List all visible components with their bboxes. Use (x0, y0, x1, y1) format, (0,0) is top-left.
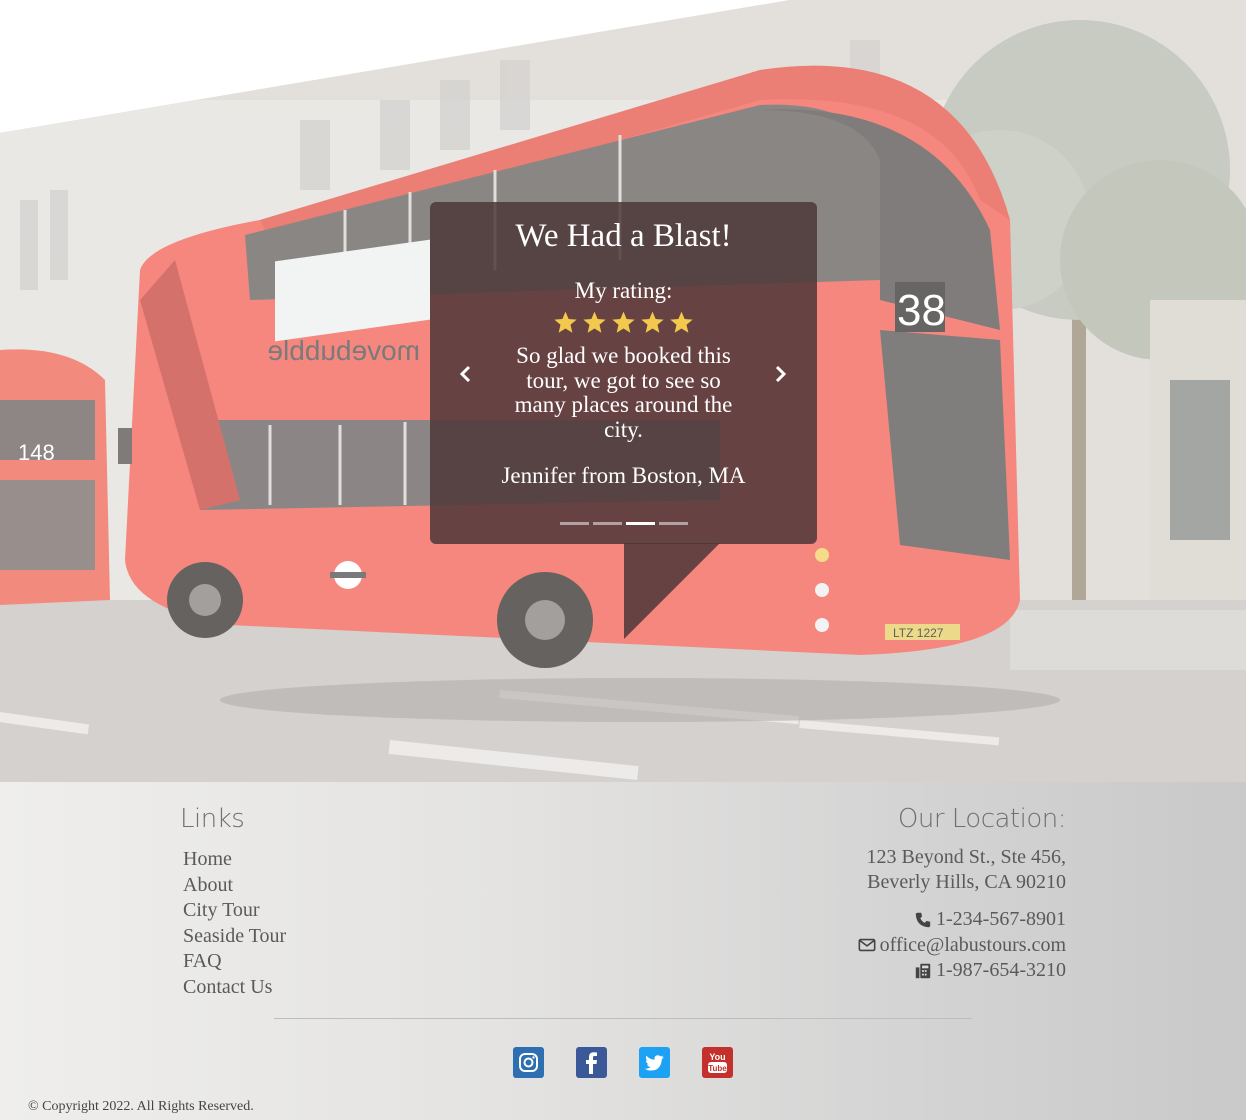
instagram-button[interactable] (513, 1047, 544, 1078)
carousel-indicator[interactable] (658, 522, 688, 525)
email-row[interactable]: office@labustours.com (858, 933, 1066, 959)
site-footer: Links Home About City Tour Seaside Tour … (0, 782, 1246, 1120)
star-icon (612, 311, 635, 333)
carousel-next-button[interactable] (770, 364, 790, 384)
envelope-icon (858, 939, 876, 952)
footer-link-item: City Tour (183, 899, 286, 925)
fax-row: 1-987-654-3210 (858, 958, 1066, 984)
address-line-2: Beverly Hills, CA 90210 (867, 870, 1066, 893)
twitter-button[interactable] (639, 1047, 670, 1078)
footer-link-contact-us[interactable]: Contact Us (183, 976, 272, 998)
footer-link-item: About (183, 874, 286, 900)
social-links: You Tube (513, 1047, 733, 1078)
facebook-icon (576, 1047, 607, 1078)
carousel-indicator[interactable] (625, 522, 655, 525)
youtube-button[interactable]: You Tube (702, 1047, 733, 1078)
footer-links: Home About City Tour Seaside Tour FAQ Co… (183, 848, 286, 1002)
fax-icon (915, 963, 931, 979)
testimonial-title: We Had a Blast! (515, 218, 732, 254)
phone-row[interactable]: 1-234-567-8901 (858, 907, 1066, 933)
footer-link-item: Home (183, 848, 286, 874)
chevron-right-icon (775, 365, 787, 383)
footer-link-city-tour[interactable]: City Tour (183, 899, 260, 921)
star-icon (641, 311, 664, 333)
testimonial-author: Jennifer from Boston, MA (501, 463, 746, 488)
footer-link-home[interactable]: Home (183, 848, 232, 870)
email-address: office@labustours.com (879, 933, 1066, 956)
testimonial-card: We Had a Blast! My rating: So glad we bo… (430, 202, 817, 544)
footer-link-item: Seaside Tour (183, 925, 286, 951)
star-icon (670, 311, 693, 333)
footer-link-item: Contact Us (183, 976, 286, 1002)
star-icon (554, 311, 577, 333)
svg-text:Tube: Tube (708, 1064, 727, 1073)
carousel-indicator[interactable] (592, 522, 622, 525)
rating-label: My rating: (574, 278, 673, 303)
star-icon (583, 311, 606, 333)
location-heading: Our Location: (897, 804, 1067, 834)
fax-number: 1-987-654-3210 (936, 959, 1066, 982)
youtube-icon: You Tube (702, 1047, 733, 1078)
testimonial-quote: So glad we booked this tour, we got to s… (514, 343, 733, 442)
links-heading: Links (180, 804, 245, 834)
footer-link-about[interactable]: About (183, 874, 233, 896)
chevron-left-icon (459, 365, 471, 383)
carousel-indicator[interactable] (559, 522, 589, 525)
contact-info: 1-234-567-8901 office@labustours.com 1-9… (858, 907, 1066, 984)
footer-link-faq[interactable]: FAQ (183, 950, 222, 972)
carousel-indicators (430, 522, 817, 525)
phone-number: 1-234-567-8901 (936, 908, 1066, 931)
footer-link-item: FAQ (183, 950, 286, 976)
phone-icon (915, 912, 931, 927)
carousel-prev-button[interactable] (456, 364, 476, 384)
address-line-1: 123 Beyond St., Ste 456, (866, 846, 1066, 868)
copyright-text: © Copyright 2022. All Rights Reserved. (28, 1099, 254, 1114)
instagram-icon (513, 1047, 544, 1078)
footer-divider (274, 1018, 972, 1019)
rating-stars (430, 310, 817, 335)
footer-link-seaside-tour[interactable]: Seaside Tour (183, 925, 286, 947)
svg-text:You: You (709, 1052, 725, 1062)
address: 123 Beyond St., Ste 456, Beverly Hills, … (867, 845, 1066, 894)
twitter-icon (639, 1047, 670, 1078)
facebook-button[interactable] (576, 1047, 607, 1078)
